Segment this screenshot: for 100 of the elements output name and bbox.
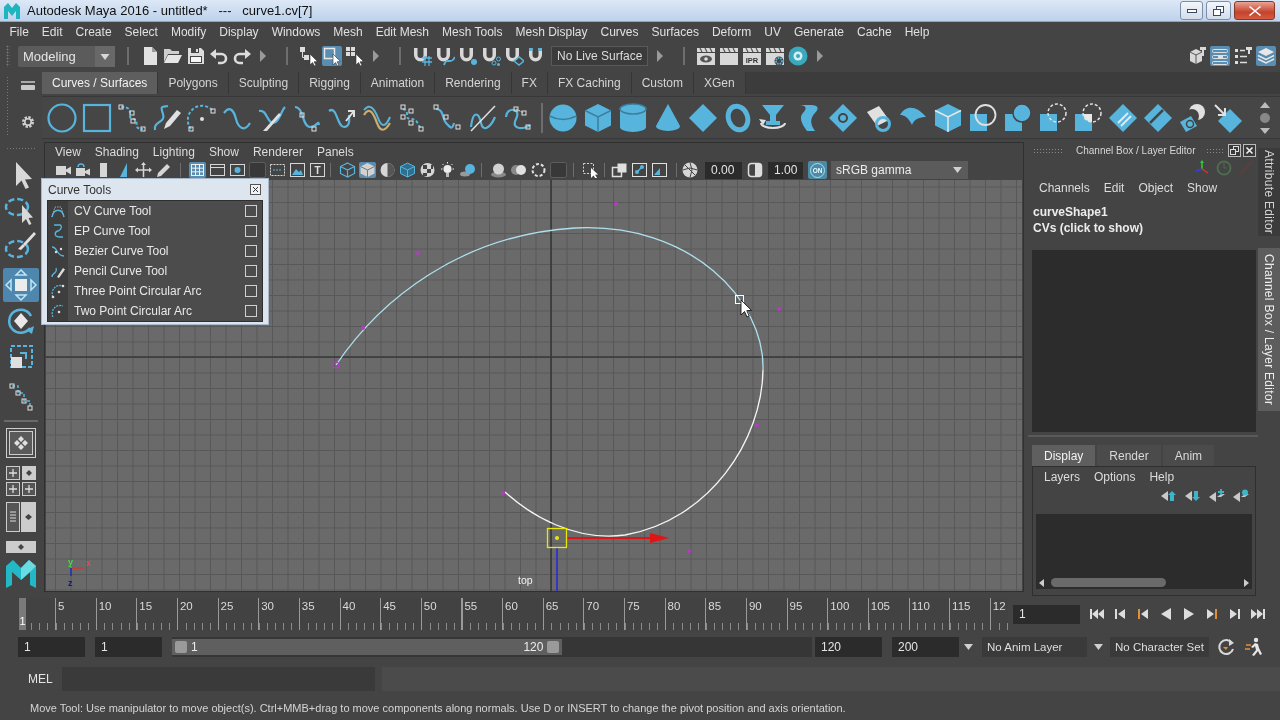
menu-item[interactable]: Edit [1096, 181, 1132, 195]
scroll-thumb[interactable] [1051, 578, 1166, 587]
menu-set-dropdown[interactable]: Modeling [18, 45, 115, 67]
scroll-down-icon[interactable] [1260, 127, 1270, 134]
restore-button[interactable] [1206, 1, 1231, 20]
layer-up-arrow-icon[interactable] [1161, 489, 1177, 503]
caret-icon[interactable] [964, 644, 973, 650]
title-frame-icon[interactable]: T [309, 162, 326, 178]
shelf-tab[interactable]: Rendering [435, 72, 512, 94]
current-time-field[interactable]: 1 [1013, 604, 1080, 624]
time-slider[interactable]: 5 10 15 20 25 30 35 40 45 50 55 60 65 70 75 80 85 90 95 100 105 110 115 12 1 [18, 598, 1008, 630]
move-arrows-icon[interactable] [3, 268, 39, 302]
bulb-icon[interactable] [439, 162, 456, 178]
shelf-tab[interactable]: Animation [360, 72, 436, 94]
layer-down-arrow-icon[interactable] [1185, 489, 1201, 503]
dot-icon[interactable] [1260, 112, 1270, 123]
range-end-handle[interactable] [547, 641, 560, 653]
save-icon[interactable] [186, 46, 206, 66]
outlined-cube-icon[interactable] [399, 162, 416, 178]
list-hammer-icon[interactable] [1233, 46, 1253, 66]
dashed-circle-square-icon[interactable] [1038, 102, 1068, 133]
menu-item[interactable]: Help [1142, 470, 1182, 484]
gamma-field[interactable]: 1.00 [768, 161, 803, 179]
folder-icon[interactable] [163, 46, 183, 66]
horizontal-scrollbar[interactable] [1036, 576, 1252, 589]
square-cursor-icon[interactable] [322, 46, 342, 66]
collapse-arrow-icon[interactable] [657, 50, 663, 62]
color-space-dropdown[interactable]: sRGB gamma [831, 161, 968, 179]
menu-item[interactable]: View [48, 144, 88, 159]
sphere-icon[interactable] [548, 102, 578, 133]
option-box-icon[interactable] [245, 245, 257, 257]
shelf-tab[interactable]: Rigging [299, 72, 361, 94]
shelf-tab[interactable]: XGen [693, 72, 746, 94]
step-forward-icon[interactable] [1227, 607, 1243, 621]
step-back-icon[interactable] [1112, 607, 1128, 621]
film-frame-icon[interactable] [209, 162, 226, 178]
square-joint-icon[interactable] [631, 162, 648, 178]
menu-item[interactable]: Panels [309, 144, 361, 159]
menu-item[interactable]: Two Point Circular Arc [48, 301, 262, 321]
magnet-grid-icon[interactable] [412, 46, 432, 66]
shaded-sphere-icon[interactable] [490, 162, 507, 178]
shelf-tab[interactable]: FX Caching [547, 72, 632, 94]
layer-tab[interactable]: Render [1097, 445, 1161, 466]
cv-marker-icon[interactable] [777, 307, 781, 311]
menu-item[interactable]: Layers [1037, 470, 1088, 484]
menu-item[interactable]: Windows [265, 25, 327, 39]
menu-item[interactable]: Three Point Circular Arc [48, 281, 262, 301]
layer-plus-icon[interactable] [1209, 489, 1225, 503]
magnet-plane-icon[interactable] [504, 46, 524, 66]
four-pane-icon[interactable] [6, 466, 36, 496]
clapper-eye-icon[interactable] [696, 46, 716, 66]
diamond-icon[interactable] [688, 102, 718, 133]
shelf-tab[interactable]: Curves / Surfaces [42, 72, 159, 94]
menu-item[interactable]: Lighting [145, 144, 202, 159]
crescent-block-icon[interactable] [1178, 102, 1208, 133]
checker-icon[interactable] [419, 162, 436, 178]
collapse-arrow-icon[interactable] [260, 50, 266, 62]
cone-icon[interactable] [653, 102, 683, 133]
dashed-circle-icon[interactable] [530, 162, 547, 178]
script-language-button[interactable]: MEL [28, 672, 62, 686]
side-tab[interactable]: Attribute Editor [1258, 148, 1280, 237]
shelf-tab[interactable]: Polygons [158, 72, 229, 94]
key-forward-icon[interactable] [1204, 607, 1220, 621]
cv-marker-icon[interactable] [501, 491, 505, 495]
magnet-point-icon[interactable] [458, 46, 478, 66]
torus-icon[interactable] [723, 102, 753, 133]
open-cube-icon[interactable] [933, 102, 963, 133]
minimize-button[interactable] [1180, 1, 1203, 20]
collapse-arrow-icon[interactable] [817, 50, 823, 62]
half-disc-icon[interactable] [379, 162, 396, 178]
running-figure-icon[interactable] [1243, 637, 1264, 657]
camera-lock-icon[interactable] [75, 162, 92, 178]
menu-item[interactable]: Pencil Curve Tool [48, 261, 262, 281]
square-disc-icon[interactable] [1003, 102, 1033, 133]
shelf-tab[interactable]: Sculpting [228, 72, 300, 94]
collapse-arrow-icon[interactable] [373, 50, 379, 62]
menu-item[interactable]: Channels [1032, 181, 1097, 195]
playback-start-field[interactable]: 1 [95, 637, 162, 657]
cvs-toggle[interactable]: CVs (click to show) [1033, 221, 1144, 235]
tree-cursor-icon[interactable] [299, 46, 319, 66]
caret-icon[interactable] [953, 167, 962, 173]
menu-item[interactable]: Curves [594, 25, 646, 39]
layer-dot-icon[interactable] [1233, 489, 1249, 503]
menu-item[interactable]: Renderer [245, 144, 310, 159]
range-start-handle[interactable] [175, 641, 187, 653]
wire-cube-icon[interactable] [339, 162, 356, 178]
menu-item[interactable]: EP Curve Tool [48, 221, 262, 241]
clapper-gear-icon[interactable] [765, 46, 785, 66]
menu-item[interactable]: Create [69, 25, 119, 39]
pan-arrows-icon[interactable] [135, 162, 152, 178]
menu-item[interactable]: Select [118, 25, 165, 39]
menu-item[interactable]: Options [1087, 470, 1143, 484]
pencil-curve-icon[interactable] [152, 102, 182, 133]
clapperboard-icon[interactable] [719, 46, 739, 66]
outliner-pane-icon[interactable] [6, 502, 36, 532]
move-manipulator[interactable] [546, 527, 669, 591]
menu-item[interactable]: Help [898, 25, 936, 39]
shaded-cube-icon[interactable] [359, 162, 376, 178]
axis-icon[interactable] [1194, 160, 1210, 176]
dotted-square-pointer-icon[interactable] [582, 162, 599, 178]
